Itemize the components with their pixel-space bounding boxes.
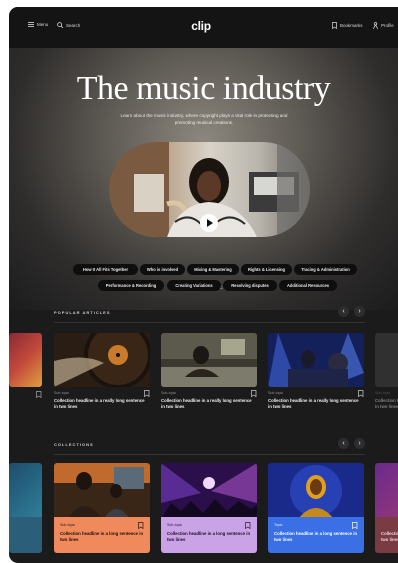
search-button[interactable]: Search [57,22,80,28]
bookmark-icon [332,22,337,29]
studio-producer-image [161,333,257,387]
bookmark-icon[interactable] [138,522,144,529]
profile-button[interactable]: Profile [373,22,394,29]
article-headline[interactable]: Collection headline in a really long sen… [54,398,146,410]
search-icon [57,22,63,28]
menu-label: Menu [37,22,49,27]
user-icon [373,22,378,29]
topic-chip[interactable]: Rights & Licensing [241,264,292,275]
article-card[interactable]: Sub-topic Collection headline in a reall… [54,333,150,415]
popular-next-button[interactable]: › [354,306,365,317]
article-image [375,333,398,387]
studio-duo-image [54,463,150,519]
topic-chip[interactable]: Creating Variations [167,280,221,291]
collection-subtopic: Topic [274,523,283,527]
collection-image [268,463,364,519]
collection-card-partial[interactable]: Collection headline in a long sentence i… [375,463,398,553]
topic-chip[interactable]: Who is involved [140,264,185,275]
article-card-partial[interactable] [9,333,42,411]
article-image [9,333,42,387]
popular-prev-button[interactable]: ‹ [338,306,349,317]
collection-card[interactable]: Topic Collection headline in a long sent… [268,463,364,553]
topic-chip[interactable]: Mixing & Mastering [187,264,239,275]
collection-headline[interactable]: Collection headline in a long sentence i… [381,531,398,543]
article-card[interactable]: Sub-topic Collection headline in a reall… [268,333,364,415]
bookmark-icon[interactable] [352,522,358,529]
app-window: Menu Search clip Bookmarks Profile The m… [9,7,398,563]
play-button[interactable] [200,214,218,232]
article-headline[interactable]: Collection headline in a really long sen… [161,398,253,410]
bookmark-icon[interactable] [144,390,150,397]
concert-crowd-image [161,463,257,519]
collection-image [54,463,150,519]
collection-image [161,463,257,519]
logo[interactable]: clip [191,19,211,33]
collections-title: COLLECTIONS [54,442,94,447]
profile-label: Profile [381,23,394,28]
vinyl-record-image [54,333,150,387]
performer-spotlight-image [268,463,364,519]
article-image [268,333,364,387]
article-subtopic: Sub-topic [375,391,391,395]
article-subtopic: Sub-topic [161,391,177,395]
hamburger-icon [28,22,34,27]
collection-image [9,463,42,519]
topic-chip[interactable]: Additional Resources [279,280,337,291]
article-image [54,333,150,387]
collections-next-button[interactable]: › [354,438,365,449]
menu-button[interactable]: Menu [28,22,48,27]
topic-chip[interactable]: How It All Fits Together [73,264,138,275]
bookmarks-label: Bookmarks [340,23,363,28]
page-title: The music industry [76,70,331,107]
collection-body [9,517,42,553]
topic-chip[interactable]: Performance & Recording [98,280,164,291]
article-headline[interactable]: Collection headline in a really long sen… [375,398,398,410]
article-headline[interactable]: Collection headline in a really long sen… [268,398,360,410]
collection-card[interactable]: Sub-topic Collection headline in a long … [54,463,150,553]
collection-subtopic: Sub-topic [60,523,76,527]
hero: The music industry Learn about the music… [9,48,398,310]
article-card-partial[interactable]: Sub-topic Collection headline in a reall… [375,333,398,415]
article-card[interactable]: Sub-topic Collection headline in a reall… [161,333,257,415]
collection-subtopic: Sub-topic [167,523,183,527]
bookmarks-button[interactable]: Bookmarks [332,22,363,29]
bookmark-icon[interactable] [251,390,257,397]
search-label: Search [66,22,81,28]
bookmark-icon[interactable] [36,391,42,398]
bookmark-icon[interactable] [245,522,251,529]
live-band-image [268,333,364,387]
topic-chip[interactable]: Tracing & Administration [294,264,357,275]
collection-headline[interactable]: Collection headline in a long sentence i… [167,531,251,543]
section-divider [54,454,365,455]
top-nav: Menu Search clip Bookmarks Profile [9,7,398,48]
collection-headline[interactable]: Collection headline in a long sentence i… [60,531,144,543]
collection-card-partial[interactable] [9,463,42,553]
collections-prev-button[interactable]: ‹ [338,438,349,449]
page-subtitle: Learn about the music industry, where co… [120,113,288,125]
section-divider [54,322,365,323]
collection-headline[interactable]: Collection headline in a long sentence i… [274,531,358,543]
collection-card[interactable]: Sub-topic Collection headline in a long … [161,463,257,553]
popular-articles-title: POPULAR ARTICLES [54,310,111,315]
article-image [161,333,257,387]
article-subtopic: Sub-topic [54,391,70,395]
bookmark-icon[interactable] [358,390,364,397]
collection-image [375,463,398,519]
article-subtopic: Sub-topic [268,391,284,395]
topic-chip[interactable]: Resolving disputes [223,280,277,291]
